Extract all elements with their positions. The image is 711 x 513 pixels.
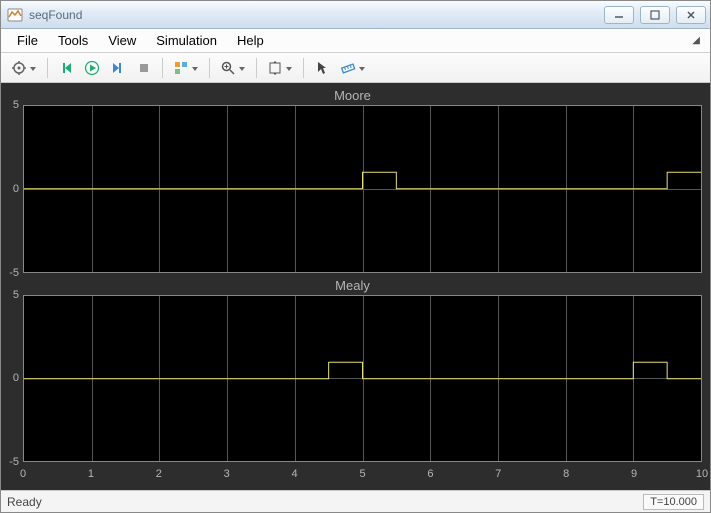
y-tick: 5 [13, 99, 19, 111]
step-back-icon [58, 60, 74, 76]
y-tick: 5 [13, 289, 19, 301]
x-tick: 2 [156, 468, 162, 480]
stop-button[interactable] [132, 56, 156, 80]
y-tick: -5 [9, 267, 19, 279]
sim-time: T=10.000 [643, 494, 704, 510]
menu-simulation[interactable]: Simulation [146, 30, 227, 51]
menu-file[interactable]: File [7, 30, 48, 51]
autoscale-button[interactable] [263, 56, 297, 80]
step-forward-icon [110, 60, 126, 76]
x-axis: 012345678910 [23, 466, 702, 486]
trigger-icon [173, 60, 189, 76]
x-axis-row: 012345678910 [3, 466, 702, 486]
chart-title: Mealy [3, 277, 702, 295]
measure-button[interactable] [336, 56, 370, 80]
x-tick: 6 [427, 468, 433, 480]
y-tick: -5 [9, 456, 19, 468]
status-text: Ready [7, 495, 643, 509]
x-tick: 8 [563, 468, 569, 480]
cursor-button[interactable] [310, 56, 334, 80]
window-title: seqFound [29, 8, 604, 22]
x-tick: 5 [359, 468, 365, 480]
x-tick: 7 [495, 468, 501, 480]
plot-area[interactable] [23, 105, 702, 273]
signal-line [24, 362, 701, 379]
step-forward-button[interactable] [106, 56, 130, 80]
close-button[interactable] [676, 6, 706, 24]
measure-icon [340, 60, 356, 76]
statusbar: Ready T=10.000 [1, 490, 710, 512]
zoom-icon [220, 60, 236, 76]
menu-tools[interactable]: Tools [48, 30, 98, 51]
x-tick: 0 [20, 468, 26, 480]
config-button[interactable] [7, 56, 41, 80]
signal-line [24, 172, 701, 189]
x-tick: 10 [696, 468, 708, 480]
run-button[interactable] [80, 56, 104, 80]
zoom-button[interactable] [216, 56, 250, 80]
menu-view[interactable]: View [98, 30, 146, 51]
minimize-button[interactable] [604, 6, 634, 24]
app-icon [7, 7, 23, 23]
x-tick: 9 [631, 468, 637, 480]
chart-mealy: Mealy -505 [3, 277, 702, 463]
chart-moore: Moore -505 [3, 87, 702, 273]
toolbar [1, 53, 710, 83]
gear-icon [11, 60, 27, 76]
scope-area: Moore -505 Mealy -505 012345678910 [1, 83, 710, 490]
trigger-button[interactable] [169, 56, 203, 80]
autoscale-icon [267, 60, 283, 76]
y-axis: -505 [3, 295, 23, 463]
stop-icon [136, 60, 152, 76]
menu-overflow-icon[interactable]: ◢ [688, 35, 704, 46]
x-tick: 4 [292, 468, 298, 480]
run-icon [84, 60, 100, 76]
x-tick: 1 [88, 468, 94, 480]
plot-area[interactable] [23, 295, 702, 463]
maximize-button[interactable] [640, 6, 670, 24]
y-axis: -505 [3, 105, 23, 273]
menu-help[interactable]: Help [227, 30, 274, 51]
step-back-button[interactable] [54, 56, 78, 80]
menubar: File Tools View Simulation Help ◢ [1, 29, 710, 53]
x-tick: 3 [224, 468, 230, 480]
y-tick: 0 [13, 183, 19, 195]
cursor-icon [314, 60, 330, 76]
y-tick: 0 [13, 372, 19, 384]
titlebar: seqFound [1, 1, 710, 29]
chart-title: Moore [3, 87, 702, 105]
